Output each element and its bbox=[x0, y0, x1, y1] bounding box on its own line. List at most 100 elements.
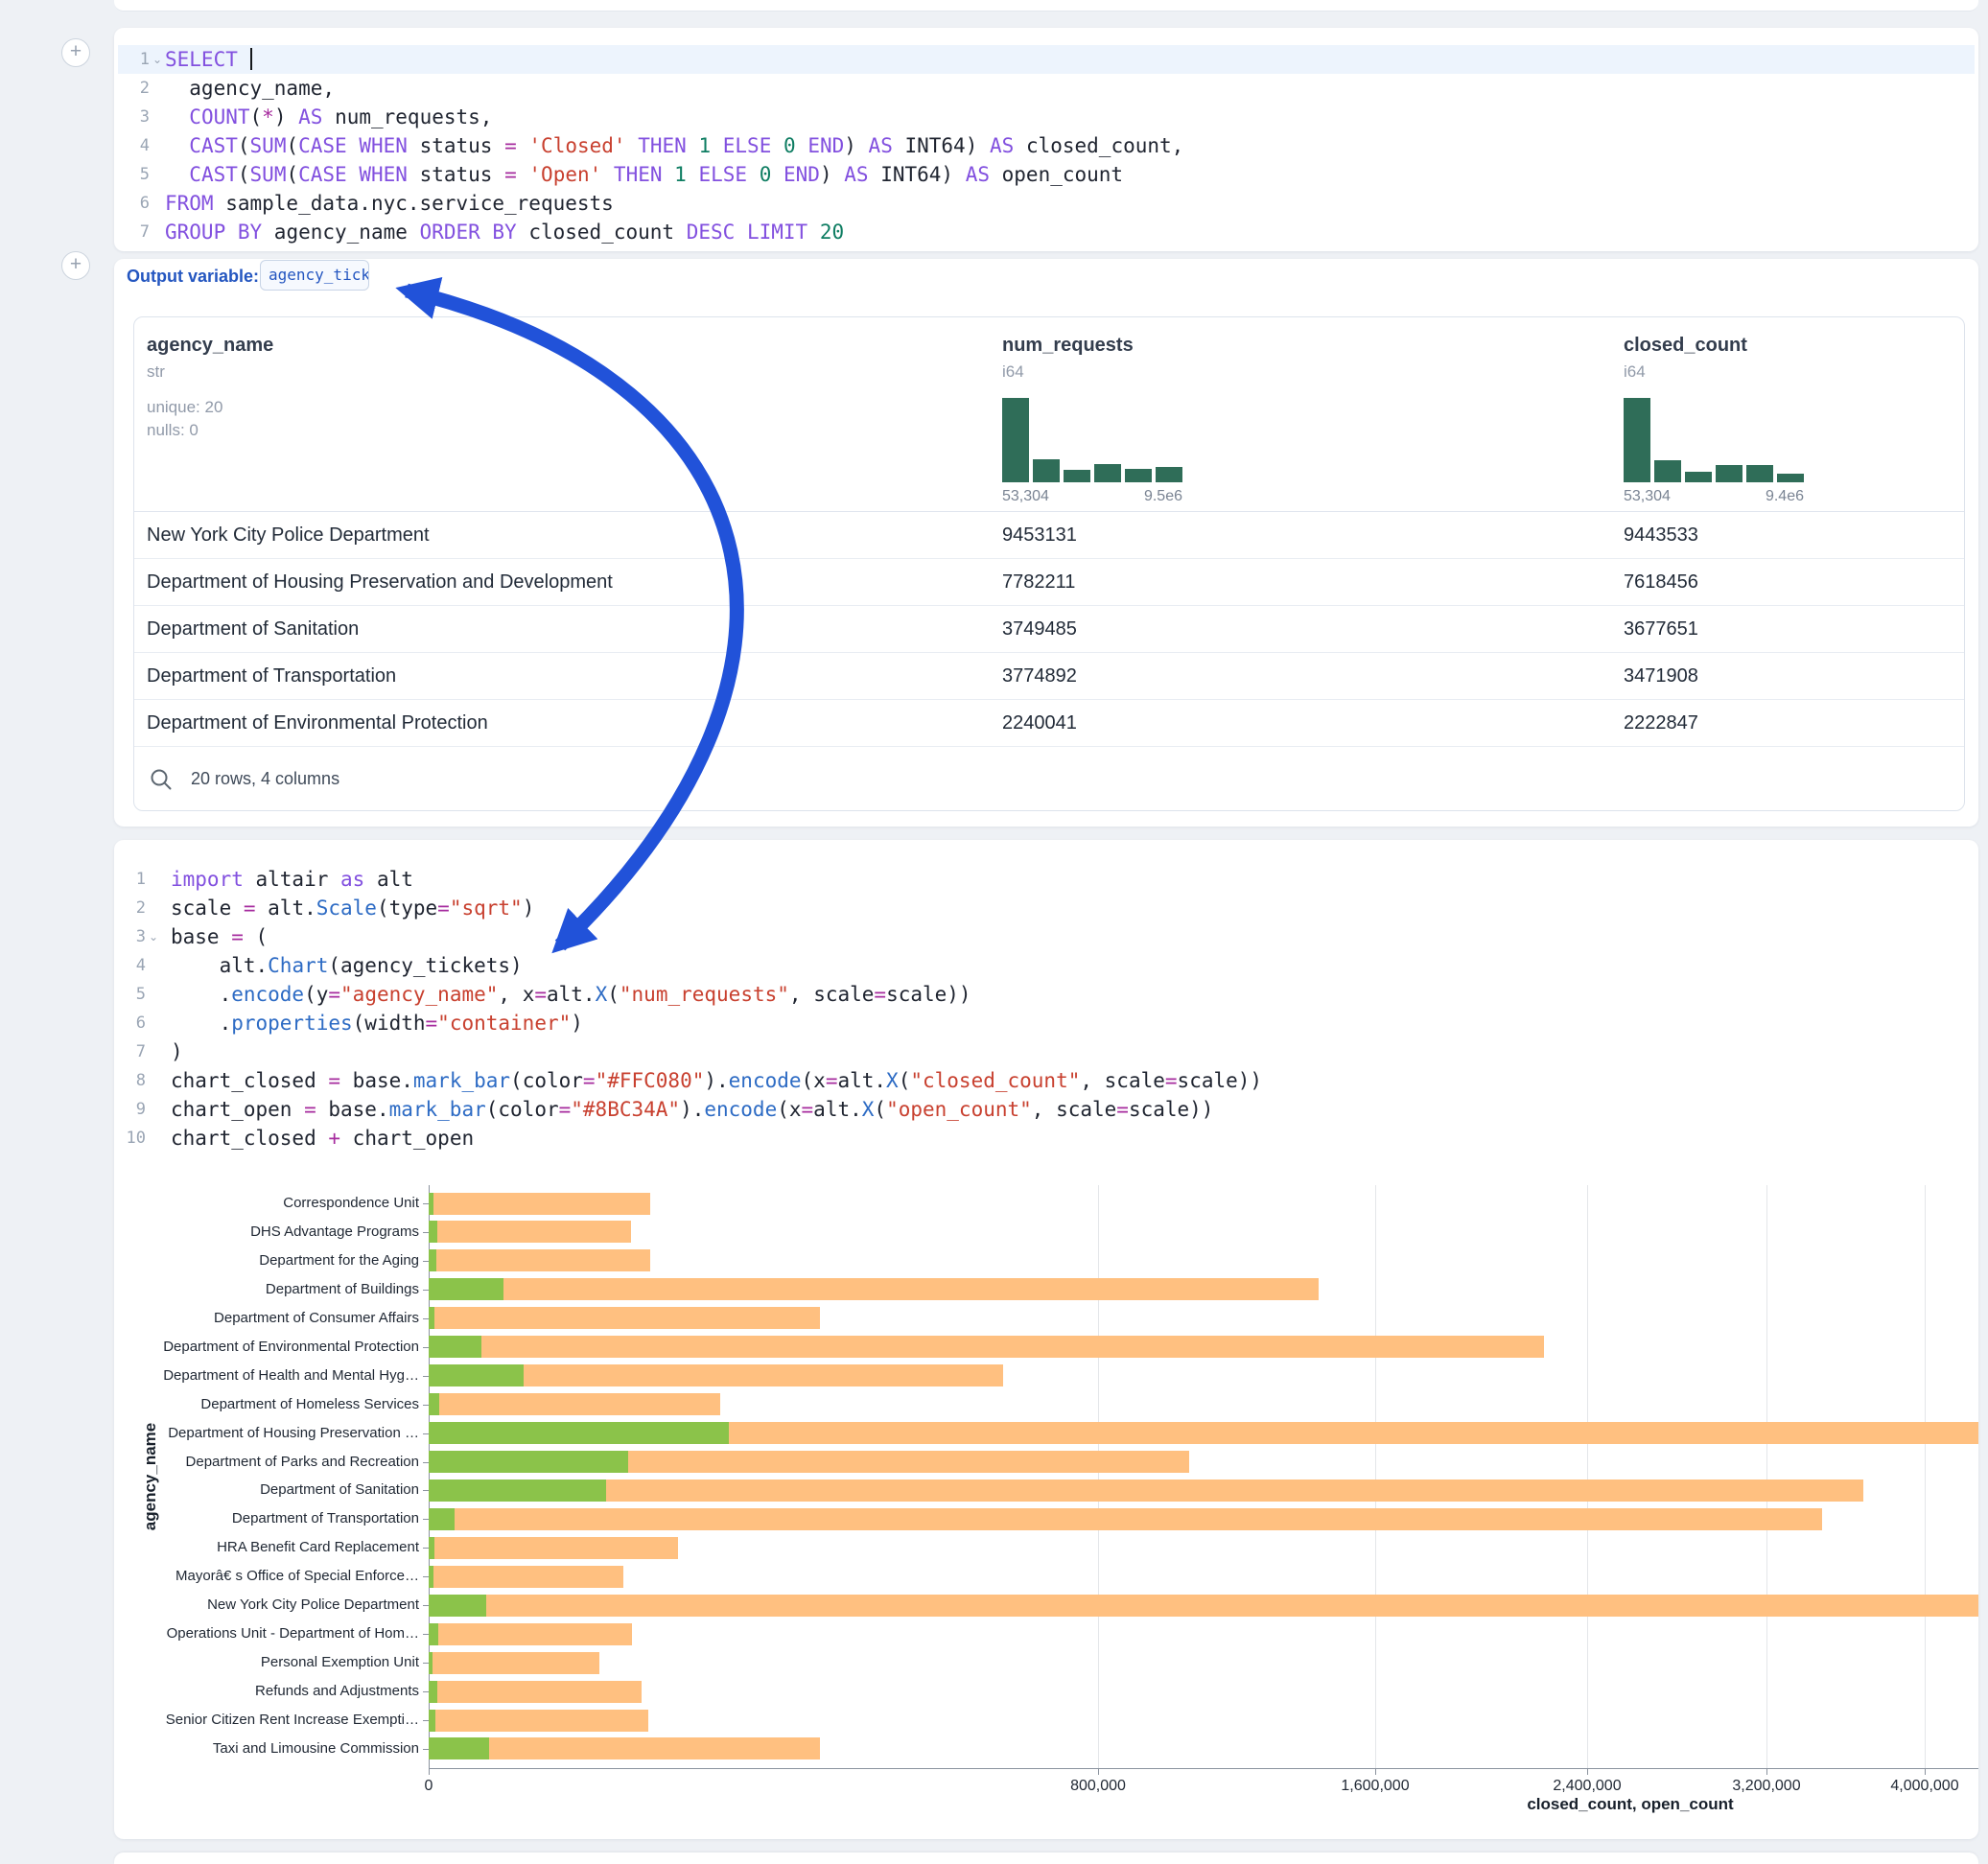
y-axis-tick bbox=[423, 1490, 429, 1491]
column-closed-count[interactable]: closed_count i64 53,304 9.4e6 bbox=[1624, 317, 1950, 511]
y-axis-tick bbox=[423, 1720, 429, 1721]
code-line: agency_name, bbox=[165, 74, 335, 103]
bar-closed-count bbox=[429, 1595, 1978, 1617]
cell-closed-count: 7618456 bbox=[1624, 559, 1698, 605]
line-number: 7 bbox=[88, 1037, 146, 1066]
bar-open-count bbox=[429, 1652, 433, 1674]
histogram-max: 9.4e6 bbox=[1766, 488, 1804, 505]
results-table-card: agency_name str unique: 20 nulls: 0 num_… bbox=[133, 316, 1965, 811]
x-axis-tick bbox=[1098, 1769, 1099, 1775]
output-variable-chip[interactable]: agency_tickets bbox=[260, 260, 369, 291]
bar-open-count bbox=[429, 1480, 606, 1502]
bar-closed-count bbox=[429, 1681, 642, 1703]
histogram-bar bbox=[1064, 470, 1090, 482]
code-line: SELECT bbox=[165, 45, 252, 74]
code-line: FROM sample_data.nyc.service_requests bbox=[165, 189, 614, 218]
bar-open-count bbox=[429, 1681, 437, 1703]
histogram-bar bbox=[1033, 459, 1060, 482]
line-number: 4 bbox=[88, 951, 146, 980]
line-number: 6 bbox=[92, 189, 150, 218]
table-row[interactable]: Department of Sanitation37494853677651 bbox=[134, 606, 1964, 653]
histogram-bar bbox=[1094, 464, 1121, 482]
histogram-bar bbox=[1624, 398, 1650, 482]
histogram-min: 53,304 bbox=[1002, 488, 1049, 505]
x-axis-tick-label: 2,400,000 bbox=[1510, 1778, 1664, 1795]
cell-closed-count: 2222847 bbox=[1624, 700, 1698, 746]
cell-closed-count: 9443533 bbox=[1624, 512, 1698, 558]
bar-open-count bbox=[429, 1623, 438, 1645]
y-axis-tick bbox=[423, 1576, 429, 1577]
search-icon bbox=[148, 766, 175, 793]
x-axis-tick bbox=[1587, 1769, 1588, 1775]
code-line: .properties(width="container") bbox=[171, 1009, 583, 1037]
x-axis-tick-label: 800,000 bbox=[1021, 1778, 1175, 1795]
bar-open-count bbox=[429, 1364, 524, 1386]
histogram-range: 53,304 9.5e6 bbox=[1002, 488, 1182, 505]
x-axis-tick-label: 0 bbox=[352, 1778, 505, 1795]
column-num-requests[interactable]: num_requests i64 53,304 9.5e6 bbox=[1002, 317, 1578, 511]
y-axis-label: Senior Citizen Rent Increase Exempti… bbox=[112, 1712, 419, 1728]
line-number: 5 bbox=[92, 160, 150, 189]
y-axis-tick bbox=[423, 1232, 429, 1233]
bar-open-count bbox=[429, 1537, 434, 1559]
line-number: 10 bbox=[88, 1124, 146, 1153]
rows-columns-count: 20 rows, 4 columns bbox=[191, 747, 339, 810]
cell-num-requests: 7782211 bbox=[1002, 559, 1075, 605]
histogram-min: 53,304 bbox=[1624, 488, 1671, 505]
gridline bbox=[1098, 1185, 1099, 1768]
gridline bbox=[1587, 1185, 1588, 1768]
code-line: chart_closed + chart_open bbox=[171, 1124, 474, 1153]
y-axis-label: Operations Unit - Department of Hom… bbox=[112, 1625, 419, 1642]
code-line: scale = alt.Scale(type="sqrt") bbox=[171, 894, 534, 922]
histogram-range: 53,304 9.4e6 bbox=[1624, 488, 1804, 505]
x-axis-tick bbox=[429, 1769, 430, 1775]
plus-icon: + bbox=[70, 40, 82, 62]
fold-chevron-icon[interactable]: ⌄ bbox=[149, 922, 158, 951]
column-header-label: num_requests bbox=[1002, 335, 1134, 357]
x-axis-tick bbox=[1766, 1769, 1767, 1775]
bar-closed-count bbox=[429, 1193, 650, 1215]
table-row[interactable]: Department of Housing Preservation and D… bbox=[134, 559, 1964, 606]
y-axis-tick bbox=[423, 1749, 429, 1750]
column-meta-unique: unique: 20 bbox=[147, 398, 222, 417]
y-axis-label: Mayorâ€ s Office of Special Enforce… bbox=[112, 1568, 419, 1584]
histogram-bar bbox=[1685, 472, 1712, 482]
bar-open-count bbox=[429, 1393, 439, 1415]
bar-open-count bbox=[429, 1737, 489, 1759]
cell-agency-name: New York City Police Department bbox=[147, 512, 430, 558]
active-line-highlight bbox=[118, 45, 1975, 74]
column-agency-name[interactable]: agency_name str unique: 20 nulls: 0 bbox=[147, 317, 991, 511]
bar-closed-count bbox=[429, 1221, 631, 1243]
y-axis-label: DHS Advantage Programs bbox=[112, 1223, 419, 1240]
y-axis-tick bbox=[423, 1318, 429, 1319]
histogram-bar bbox=[1156, 467, 1182, 482]
code-line: CAST(SUM(CASE WHEN status = 'Closed' THE… bbox=[165, 131, 1183, 160]
table-row[interactable]: Department of Transportation377489234719… bbox=[134, 653, 1964, 700]
y-axis-label: Refunds and Adjustments bbox=[112, 1683, 419, 1699]
gridline bbox=[1375, 1185, 1376, 1768]
line-number: 1 bbox=[92, 45, 150, 74]
bar-open-count bbox=[429, 1566, 433, 1588]
x-axis-line bbox=[429, 1768, 1978, 1769]
column-type: str bbox=[147, 362, 165, 382]
y-axis-tick bbox=[423, 1433, 429, 1434]
add-cell-button-top[interactable]: + bbox=[61, 38, 90, 67]
fold-chevron-icon[interactable]: ⌄ bbox=[152, 45, 162, 74]
text-cursor bbox=[250, 48, 252, 70]
add-cell-button-middle[interactable]: + bbox=[61, 251, 90, 280]
cell-agency-name: Department of Housing Preservation and D… bbox=[147, 559, 613, 605]
search-button[interactable] bbox=[148, 766, 175, 793]
bar-closed-count bbox=[429, 1336, 1544, 1358]
cell-agency-name: Department of Environmental Protection bbox=[147, 700, 488, 746]
y-axis-label: Department of Parks and Recreation bbox=[112, 1454, 419, 1470]
histogram-bar bbox=[1654, 460, 1681, 482]
line-number: 7 bbox=[92, 218, 150, 246]
gridline bbox=[1925, 1185, 1926, 1768]
table-row[interactable]: New York City Police Department945313194… bbox=[134, 512, 1964, 559]
table-row[interactable]: Department of Environmental Protection 22… bbox=[134, 700, 1964, 747]
y-axis-label: Department of Environmental Protection bbox=[112, 1339, 419, 1355]
bar-closed-count bbox=[429, 1537, 678, 1559]
output-variable-label: Output variable: bbox=[127, 267, 259, 287]
plus-icon: + bbox=[70, 253, 82, 275]
bar-closed-count bbox=[429, 1278, 1319, 1300]
